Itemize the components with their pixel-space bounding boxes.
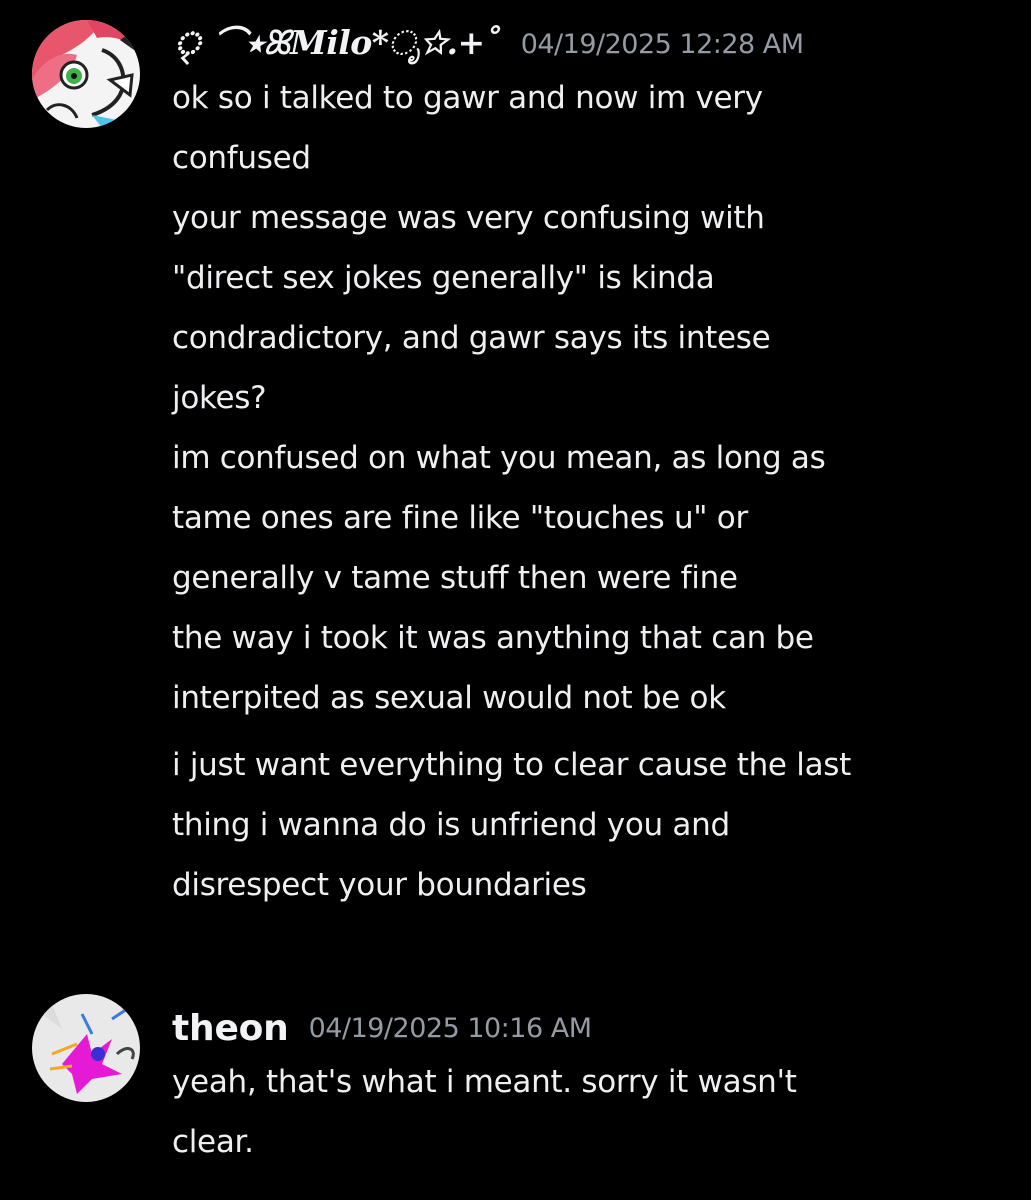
message-line: confused [172,140,311,176]
milo-avatar[interactable] [32,20,140,128]
message-line: ok so i talked to gawr and now im very [172,80,763,116]
timestamp: 04/19/2025 12:28 AM [520,28,804,60]
message-line: "direct sex jokes generally" is kinda [172,260,715,296]
message-line: the way i took it was anything that can … [172,620,814,656]
message-line: clear. [172,1124,254,1160]
message-line: interpited as sexual would not be ok [172,680,726,716]
username[interactable]: ৃ ⌒⭑ꕤ𝑴𝒊𝒍𝒐*ೃ☆.+˚ [172,16,501,73]
message-content: theon 04/19/2025 10:16 AM yeah, that's w… [172,1004,1011,1172]
username[interactable]: theon [172,1008,289,1049]
message-line: i just want everything to clear cause th… [172,747,851,783]
message-line: jokes? [172,380,267,416]
timestamp: 04/19/2025 10:16 AM [308,1012,592,1044]
message-line: generally v tame stuff then were fine [172,560,738,596]
message-line: yeah, that's what i meant. sorry it wasn… [172,1064,797,1100]
message-line: im confused on what you mean, as long as [172,440,826,476]
message-line: thing i wanna do is unfriend you and [172,807,730,843]
message-header: theon 04/19/2025 10:16 AM [172,1004,1011,1052]
message-line: your message was very confusing with [172,200,765,236]
message-line: tame ones are fine like "touches u" or [172,500,748,536]
message-line: disrespect your boundaries [172,867,587,903]
message-header: ৃ ⌒⭑ꕤ𝑴𝒊𝒍𝒐*ೃ☆.+˚ 04/19/2025 12:28 AM [172,20,1011,68]
message-line: condradictory, and gawr says its intese [172,320,771,356]
message-content: ৃ ⌒⭑ꕤ𝑴𝒊𝒍𝒐*ೃ☆.+˚ 04/19/2025 12:28 AM ok s… [172,20,1011,915]
theon-avatar[interactable] [32,994,140,1102]
